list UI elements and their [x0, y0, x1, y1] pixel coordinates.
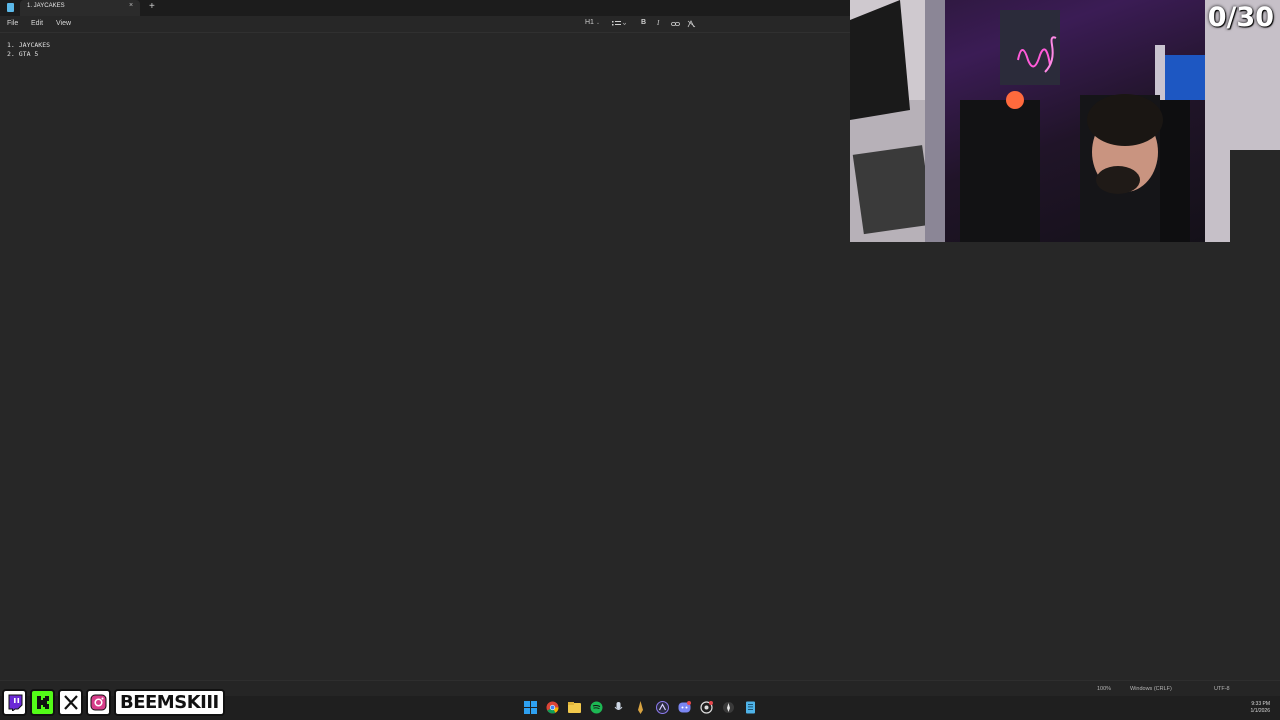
- file-explorer-icon[interactable]: [568, 701, 581, 714]
- editor-line-2: 2. GTA 5: [7, 50, 39, 58]
- system-clock[interactable]: 9:33 PM 1/1/2026: [1251, 701, 1270, 715]
- kick-icon: [30, 688, 55, 716]
- bulleted-list-icon: [612, 21, 626, 26]
- bold-button[interactable]: B: [641, 19, 646, 26]
- heading-dropdown[interactable]: H1 ⌄: [585, 19, 600, 26]
- twitch-icon: [2, 688, 27, 716]
- discord-icon[interactable]: [678, 701, 691, 714]
- notepad-icon: [7, 3, 14, 12]
- windows-start-icon[interactable]: [524, 701, 537, 714]
- obs-icon[interactable]: [700, 701, 713, 714]
- clock-date: 1/1/2026: [1250, 708, 1270, 714]
- tab-document[interactable]: 1. JAYCAKES ×: [20, 0, 140, 16]
- heading-label: H1: [585, 19, 594, 26]
- progress-counter: 0/30: [1207, 2, 1274, 33]
- launcher-icon[interactable]: [656, 701, 669, 714]
- notepad-taskbar-icon[interactable]: [744, 701, 757, 714]
- menu-edit[interactable]: Edit: [31, 20, 43, 27]
- webcam-overlay: 0/30: [850, 0, 1280, 242]
- pen-app-icon[interactable]: [634, 701, 647, 714]
- menu-view[interactable]: View: [56, 20, 71, 27]
- link-button[interactable]: [671, 20, 680, 28]
- list-dropdown[interactable]: [612, 20, 626, 28]
- webcam-feed: [850, 0, 1280, 242]
- italic-button[interactable]: I: [657, 19, 659, 27]
- new-tab-button[interactable]: +: [149, 1, 155, 12]
- clock-time: 9:33 PM: [1251, 701, 1270, 707]
- app-icon[interactable]: [722, 701, 735, 714]
- clear-formatting-button[interactable]: [687, 20, 696, 28]
- encoding[interactable]: UTF-8: [1214, 686, 1230, 692]
- chrome-icon[interactable]: [546, 701, 559, 714]
- streamer-handle: BEEMSKIII: [114, 688, 225, 716]
- tab-close-button[interactable]: ×: [129, 2, 133, 9]
- menu-file[interactable]: File: [7, 20, 18, 27]
- x-icon: [58, 688, 83, 716]
- editor-line-1: 1. JAYCAKES: [7, 41, 51, 49]
- clear-formatting-icon: [687, 20, 696, 28]
- tab-title: 1. JAYCAKES: [27, 3, 65, 9]
- microphone-app-icon[interactable]: [612, 701, 625, 714]
- zoom-level[interactable]: 100%: [1097, 686, 1111, 692]
- link-icon: [671, 22, 680, 26]
- spotify-icon[interactable]: [590, 701, 603, 714]
- line-ending[interactable]: Windows (CRLF): [1130, 686, 1172, 692]
- chevron-down-icon: ⌄: [595, 20, 601, 26]
- social-banner: BEEMSKIII: [2, 687, 225, 717]
- instagram-icon: [86, 688, 111, 716]
